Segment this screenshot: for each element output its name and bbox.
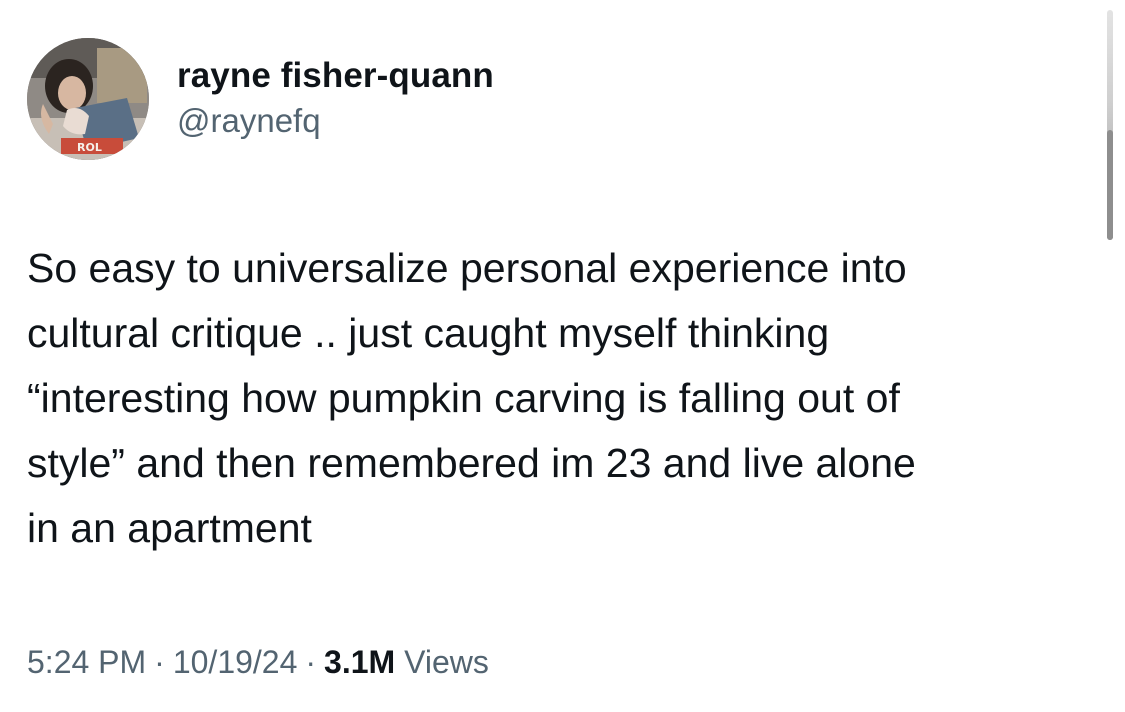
tweet-date[interactable]: 10/19/24 xyxy=(173,644,298,680)
avatar[interactable]: ROL xyxy=(27,38,149,160)
author-handle[interactable]: @raynefq xyxy=(177,100,494,142)
avatar-photo-icon: ROL xyxy=(27,38,149,160)
meta-separator: · xyxy=(305,644,317,680)
tweet-text: So easy to universalize personal experie… xyxy=(27,245,916,551)
author-display-name[interactable]: rayne fisher-quann xyxy=(177,54,494,98)
tweet-meta: 5:24 PM · 10/19/24 · 3.1M Views xyxy=(27,640,489,684)
scrollbar-thumb[interactable] xyxy=(1107,130,1113,240)
meta-separator: · xyxy=(154,644,165,680)
tweet-card: ROL rayne fisher-quann @raynefq So easy … xyxy=(0,0,1125,712)
views-count[interactable]: 3.1M xyxy=(324,644,395,680)
scrollbar[interactable] xyxy=(1105,10,1115,240)
tweet-header: ROL rayne fisher-quann @raynefq xyxy=(27,38,1077,160)
svg-text:ROL: ROL xyxy=(77,141,102,154)
tweet-time[interactable]: 5:24 PM xyxy=(27,644,146,680)
author-names: rayne fisher-quann @raynefq xyxy=(177,54,494,142)
views-label: Views xyxy=(404,644,489,680)
